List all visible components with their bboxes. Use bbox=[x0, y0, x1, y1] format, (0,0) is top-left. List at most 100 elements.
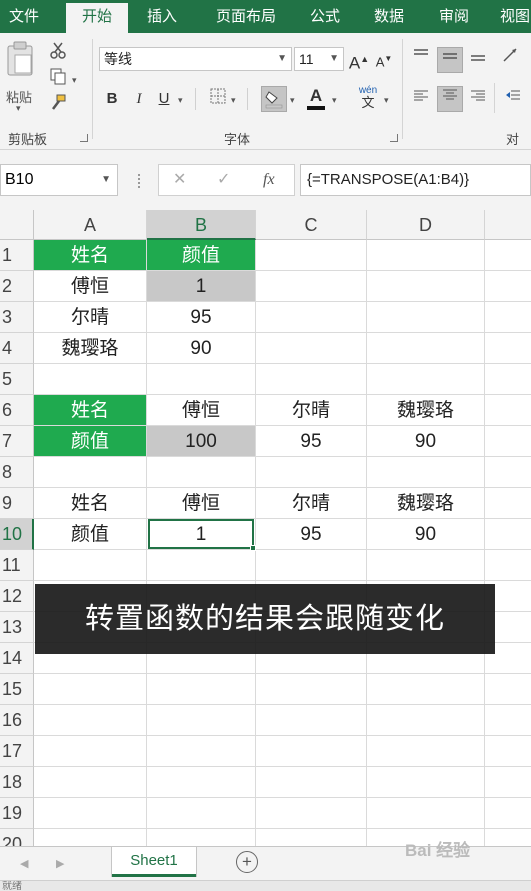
scroll-left-icon[interactable]: ◀ bbox=[20, 857, 28, 870]
chevron-down-icon[interactable]: ▾ bbox=[72, 75, 77, 86]
cell-c19[interactable] bbox=[256, 798, 367, 829]
orientation-button[interactable] bbox=[500, 47, 522, 69]
cell-d10[interactable]: 90 bbox=[367, 519, 485, 550]
cell-e19[interactable] bbox=[485, 798, 531, 829]
row-header-3[interactable]: 3 bbox=[0, 302, 34, 333]
cell-a18[interactable] bbox=[34, 767, 147, 798]
cell-c7[interactable]: 95 bbox=[256, 426, 367, 457]
cell-d9[interactable]: 魏璎珞 bbox=[367, 488, 485, 519]
cell-d6[interactable]: 魏璎珞 bbox=[367, 395, 485, 426]
cell-e3[interactable] bbox=[485, 302, 531, 333]
cell-d18[interactable] bbox=[367, 767, 485, 798]
align-bottom-button[interactable] bbox=[467, 47, 489, 69]
cell-c11[interactable] bbox=[256, 550, 367, 581]
cell-d15[interactable] bbox=[367, 674, 485, 705]
cell-d1[interactable] bbox=[367, 240, 485, 271]
chevron-down-icon[interactable]: ▾ bbox=[384, 95, 389, 106]
cell-a4[interactable]: 魏璎珞 bbox=[34, 333, 147, 364]
tab-review[interactable]: 审阅 bbox=[426, 0, 482, 33]
cell-e17[interactable] bbox=[485, 736, 531, 767]
cell-b15[interactable] bbox=[147, 674, 256, 705]
cell-c20[interactable] bbox=[256, 829, 367, 846]
cell-e2[interactable] bbox=[485, 271, 531, 302]
cell-c15[interactable] bbox=[256, 674, 367, 705]
scroll-right-icon[interactable]: ▶ bbox=[56, 857, 64, 870]
row-header-1[interactable]: 1 bbox=[0, 240, 34, 271]
tab-insert[interactable]: 插入 bbox=[134, 0, 190, 33]
cell-d7[interactable]: 90 bbox=[367, 426, 485, 457]
cell-a5[interactable] bbox=[34, 364, 147, 395]
column-header-a[interactable]: A bbox=[34, 210, 147, 240]
cell-b20[interactable] bbox=[147, 829, 256, 846]
cell-a16[interactable] bbox=[34, 705, 147, 736]
cell-e5[interactable] bbox=[485, 364, 531, 395]
bold-button[interactable]: B bbox=[101, 88, 123, 110]
cell-c6[interactable]: 尔晴 bbox=[256, 395, 367, 426]
font-size-select[interactable]: 11 ▼ bbox=[294, 47, 344, 71]
chevron-down-icon[interactable]: ▾ bbox=[178, 95, 183, 106]
paste-button[interactable]: 粘贴 ▾ bbox=[4, 41, 36, 113]
italic-button[interactable]: I bbox=[128, 88, 150, 110]
cell-d16[interactable] bbox=[367, 705, 485, 736]
decrease-indent-button[interactable] bbox=[502, 88, 524, 110]
row-header-16[interactable]: 16 bbox=[0, 705, 34, 736]
cell-a19[interactable] bbox=[34, 798, 147, 829]
confirm-icon[interactable]: ✓ bbox=[217, 165, 230, 195]
tab-home[interactable]: 开始 bbox=[66, 3, 128, 33]
borders-button[interactable] bbox=[207, 88, 229, 110]
shrink-font-button[interactable]: A▼ bbox=[373, 48, 395, 70]
cell-a8[interactable] bbox=[34, 457, 147, 488]
cell-e7[interactable] bbox=[485, 426, 531, 457]
cell-d4[interactable] bbox=[367, 333, 485, 364]
cell-d17[interactable] bbox=[367, 736, 485, 767]
cell-e10[interactable] bbox=[485, 519, 531, 550]
cell-b11[interactable] bbox=[147, 550, 256, 581]
cell-e18[interactable] bbox=[485, 767, 531, 798]
select-all-corner[interactable] bbox=[0, 210, 34, 240]
row-header-5[interactable]: 5 bbox=[0, 364, 34, 395]
insert-function-button[interactable]: fx bbox=[263, 165, 275, 195]
cell-a6[interactable]: 姓名 bbox=[34, 395, 147, 426]
cell-a3[interactable]: 尔晴 bbox=[34, 302, 147, 333]
cell-c18[interactable] bbox=[256, 767, 367, 798]
cell-d2[interactable] bbox=[367, 271, 485, 302]
copy-button[interactable] bbox=[47, 67, 69, 89]
worksheet-grid[interactable]: A B C D 1 2 3 4 5 6 7 8 9 10 11 12 13 14 15 16 17 18 19 20 … bbox=[0, 210, 531, 846]
cell-b6[interactable]: 傅恒 bbox=[147, 395, 256, 426]
row-header-17[interactable]: 17 bbox=[0, 736, 34, 767]
tab-page-layout[interactable]: 页面布局 bbox=[204, 0, 288, 33]
cell-c16[interactable] bbox=[256, 705, 367, 736]
cell-b16[interactable] bbox=[147, 705, 256, 736]
formula-input[interactable]: {=TRANSPOSE(A1:B4)} bbox=[300, 164, 531, 196]
font-color-button[interactable]: A bbox=[305, 86, 327, 110]
cell-c10[interactable]: 95 bbox=[256, 519, 367, 550]
cell-d11[interactable] bbox=[367, 550, 485, 581]
cell-a15[interactable] bbox=[34, 674, 147, 705]
cell-b7[interactable]: 100 bbox=[147, 426, 256, 457]
row-header-19[interactable]: 19 bbox=[0, 798, 34, 829]
cell-c4[interactable] bbox=[256, 333, 367, 364]
font-launcher-icon[interactable] bbox=[390, 134, 398, 142]
column-header-c[interactable]: C bbox=[256, 210, 367, 240]
row-header-14[interactable]: 14 bbox=[0, 643, 34, 674]
align-right-button[interactable] bbox=[467, 88, 489, 110]
name-box[interactable]: B10 ▼ bbox=[0, 164, 118, 196]
cut-button[interactable] bbox=[47, 41, 69, 63]
cell-e16[interactable] bbox=[485, 705, 531, 736]
align-middle-button[interactable] bbox=[437, 47, 463, 73]
cell-a20[interactable] bbox=[34, 829, 147, 846]
cell-c8[interactable] bbox=[256, 457, 367, 488]
cell-e1[interactable] bbox=[485, 240, 531, 271]
fill-handle[interactable] bbox=[250, 545, 256, 551]
cell-e15[interactable] bbox=[485, 674, 531, 705]
row-header-4[interactable]: 4 bbox=[0, 333, 34, 364]
row-header-6[interactable]: 6 bbox=[0, 395, 34, 426]
font-name-select[interactable]: 等线 ▼ bbox=[99, 47, 292, 71]
fill-color-button[interactable] bbox=[261, 86, 287, 112]
cell-c9[interactable]: 尔晴 bbox=[256, 488, 367, 519]
phonetic-guide-button[interactable]: wén 文 bbox=[355, 85, 381, 113]
cell-d19[interactable] bbox=[367, 798, 485, 829]
cell-a7[interactable]: 颜值 bbox=[34, 426, 147, 457]
chevron-down-icon[interactable]: ▾ bbox=[290, 95, 295, 106]
cell-b17[interactable] bbox=[147, 736, 256, 767]
